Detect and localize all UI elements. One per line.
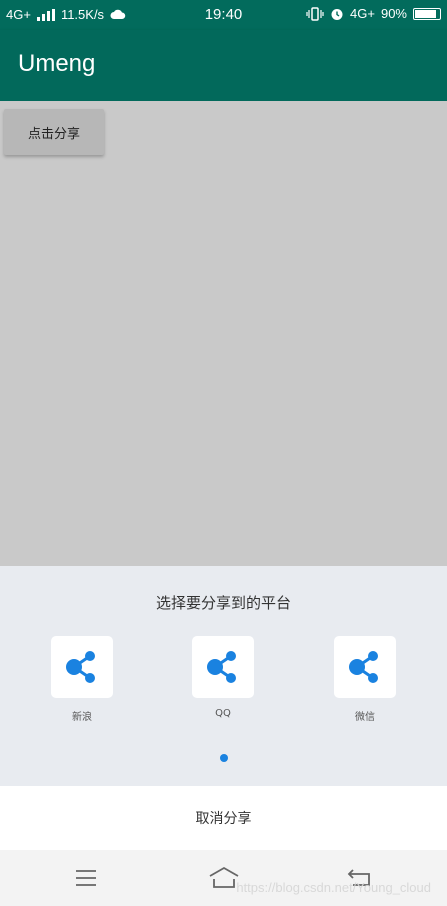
menu-button[interactable]: [66, 863, 106, 893]
status-bar: 4G+ 11.5K/s 19:40 4G+ 90%: [0, 0, 447, 30]
platform-sina[interactable]: 新浪: [51, 636, 113, 723]
share-icon: [349, 651, 378, 683]
cancel-bar: 取消分享: [0, 786, 447, 850]
app-bar: Umeng: [0, 30, 447, 101]
share-icon: [66, 651, 95, 683]
platform-label: QQ: [215, 708, 231, 719]
share-icon: [207, 651, 236, 683]
vibrate-icon: [306, 6, 324, 21]
platform-label: 微信: [355, 712, 375, 723]
battery-percent: 90%: [380, 6, 407, 21]
alarm-icon: [331, 8, 343, 20]
share-button[interactable]: 点击分享: [4, 109, 104, 155]
watermark-text: https://blog.csdn.net/Young_cloud: [236, 880, 431, 895]
share-sheet: 选择要分享到的平台 新浪 QQ 微信: [0, 566, 447, 786]
main-content: 点击分享: [0, 101, 447, 566]
cancel-share-button[interactable]: 取消分享: [0, 786, 447, 850]
navigation-bar: https://blog.csdn.net/Young_cloud: [0, 850, 447, 906]
network-type-right: 4G+: [350, 6, 375, 21]
app-title: Umeng: [18, 50, 96, 77]
page-indicator-dot[interactable]: [220, 754, 228, 762]
menu-icon: [76, 870, 96, 886]
platform-qq[interactable]: QQ: [192, 636, 254, 719]
platform-label: 新浪: [72, 712, 92, 723]
home-icon: [209, 866, 239, 888]
share-sheet-title: 选择要分享到的平台: [155, 594, 291, 612]
platform-wechat[interactable]: 微信: [334, 636, 396, 723]
battery-icon: [413, 7, 441, 20]
